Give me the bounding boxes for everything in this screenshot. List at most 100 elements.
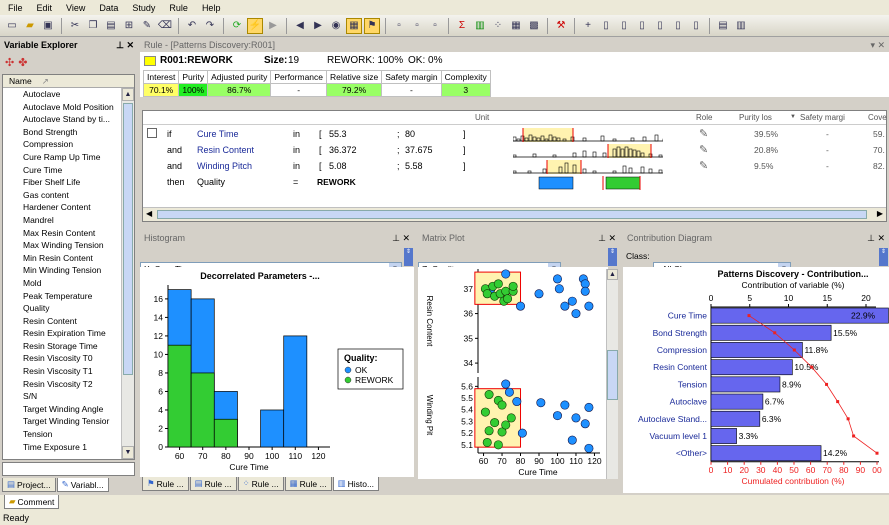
chart-tab[interactable]: ▦ Rule ... <box>284 477 332 491</box>
list-item[interactable]: Max Winding Tension <box>3 239 121 252</box>
list-item[interactable]: Mandrel <box>3 214 121 227</box>
list-item[interactable]: Resin Content <box>3 315 121 328</box>
sigma-icon[interactable]: Σ <box>454 18 470 34</box>
list-item[interactable]: Min Winding Tension <box>3 264 121 277</box>
menu-help[interactable]: Help <box>202 3 221 13</box>
menu-data[interactable]: Data <box>99 3 118 13</box>
rule-window-controls[interactable]: ▾ ✕ <box>870 40 885 51</box>
box-icon-1[interactable]: ▫ <box>391 18 407 34</box>
matrix-side-button[interactable]: ⇕ <box>608 248 617 266</box>
bar-chart-icon[interactable]: ▥ <box>472 18 488 34</box>
menu-file[interactable]: File <box>8 3 23 13</box>
filter-icon[interactable]: ✣ <box>5 56 14 69</box>
undo-icon[interactable]: ↶ <box>184 18 200 34</box>
matrix-scroll-thumb[interactable] <box>607 350 618 400</box>
new-icon[interactable]: ▭ <box>4 18 20 34</box>
list-item[interactable]: Bond Strength <box>3 126 121 139</box>
copy-icon[interactable]: ❐ <box>85 18 101 34</box>
box-icon-3[interactable]: ▫ <box>427 18 443 34</box>
add-icon[interactable]: + <box>580 18 596 34</box>
grid-icon[interactable]: ▩ <box>526 18 542 34</box>
scroll-up-icon[interactable]: ▲ <box>122 88 134 101</box>
list-item[interactable]: Autoclave Stand by ti... <box>3 113 121 126</box>
chart-tab[interactable]: ▥ Histo... <box>332 477 380 491</box>
scroll-up-icon[interactable]: ▲ <box>607 269 618 280</box>
cascade-icon[interactable]: ▥ <box>733 18 749 34</box>
sort-desc-icon[interactable]: ▼ <box>790 114 796 120</box>
tile-icon[interactable]: ▤ <box>715 18 731 34</box>
condition-row[interactable]: if Cure Time in [55.3; 80] ✎ 39.5% - 59. <box>143 127 886 143</box>
refresh-icon[interactable]: ⟳ <box>229 18 245 34</box>
discover-icon[interactable]: ⚡ <box>247 17 263 34</box>
back-icon[interactable]: ◀ <box>292 18 308 34</box>
grid-h-scrollbar[interactable]: ◀ ▶ <box>143 207 886 221</box>
play-icon[interactable]: ▶ <box>265 18 281 34</box>
window-icon-3[interactable]: ▯ <box>634 18 650 34</box>
list-item[interactable]: Resin Viscosity T0 <box>3 352 121 365</box>
scroll-thumb[interactable] <box>123 103 133 375</box>
condition-hi[interactable]: 5.58 <box>405 161 423 171</box>
menu-edit[interactable]: Edit <box>37 3 53 13</box>
condition-var[interactable]: Resin Content <box>197 145 254 155</box>
chart-tab[interactable]: ⚑ Rule ... <box>142 477 189 491</box>
list-item[interactable]: Target Winding Angle <box>3 403 121 416</box>
histogram-window-controls[interactable]: ⊥ ✕ <box>392 233 410 244</box>
sort-icon[interactable]: ✤ <box>18 56 27 69</box>
h-scroll-thumb[interactable] <box>157 210 867 219</box>
list-item[interactable]: Max Resin Content <box>3 227 121 240</box>
box-icon-2[interactable]: ▫ <box>409 18 425 34</box>
list-item[interactable]: Compression <box>3 138 121 151</box>
list-item[interactable]: Resin Storage Time <box>3 340 121 353</box>
condition-lo[interactable]: 36.372 <box>329 145 357 155</box>
list-item[interactable]: Peak Temperature <box>3 290 121 303</box>
table-icon[interactable]: ▦ <box>346 17 362 34</box>
condition-lo[interactable]: 5.08 <box>329 161 347 171</box>
explorer-tab[interactable]: ▤ Project... <box>2 478 56 492</box>
condition-var[interactable]: Winding Pitch <box>197 161 252 171</box>
window-icon-2[interactable]: ▯ <box>616 18 632 34</box>
open-folder-icon[interactable]: ▰ <box>22 18 38 34</box>
matrix-window-controls[interactable]: ⊥ ✕ <box>598 233 616 244</box>
menu-view[interactable]: View <box>66 3 85 13</box>
coverage-header[interactable]: Cove <box>868 113 887 122</box>
scroll-down-icon[interactable]: ▼ <box>122 446 134 459</box>
safety-margin-header[interactable]: Safety margi <box>800 113 845 122</box>
list-item[interactable]: Autoclave Mold Position <box>3 101 121 114</box>
condition-hi[interactable]: 80 <box>405 129 415 139</box>
list-item[interactable]: Min Resin Content <box>3 252 121 265</box>
list-item[interactable]: Fiber Shelf Life <box>3 176 121 189</box>
unit-header[interactable]: Unit <box>475 113 489 122</box>
contribution-window-controls[interactable]: ⊥ ✕ <box>867 233 885 244</box>
condition-hi[interactable]: 37.675 <box>405 145 433 155</box>
list-item[interactable]: Target Winding Tensior <box>3 415 121 428</box>
contribution-side-button[interactable]: ⇕ <box>879 248 888 266</box>
list-item[interactable]: Resin Expiration Time <box>3 327 121 340</box>
cut-icon[interactable]: ✂ <box>67 18 83 34</box>
window-icon-5[interactable]: ▯ <box>670 18 686 34</box>
name-column-header[interactable]: Name <box>9 76 32 86</box>
save-icon[interactable]: ▣ <box>40 18 56 34</box>
window-icon-1[interactable]: ▯ <box>598 18 614 34</box>
scroll-left-icon[interactable]: ◀ <box>146 209 152 218</box>
list-item[interactable]: Cure Time <box>3 164 121 177</box>
list-header[interactable]: Name ↗ <box>3 75 134 88</box>
histogram-side-button[interactable]: ⇕ <box>404 248 413 266</box>
list-item[interactable]: Cure Ramp Up Time <box>3 151 121 164</box>
list-item[interactable]: Hardener Content <box>3 201 121 214</box>
then-row[interactable]: then Quality = REWORK <box>143 175 886 191</box>
role-header[interactable]: Role <box>696 113 712 122</box>
menu-rule[interactable]: Rule <box>169 3 188 13</box>
window-icon-6[interactable]: ▯ <box>688 18 704 34</box>
pin-close-icons[interactable]: ⊥ ✕ <box>116 40 134 51</box>
condition-row[interactable]: and Winding Pitch in [5.08; 5.58] ✎ 9.5% - 82. <box>143 159 886 175</box>
eraser-icon[interactable]: ⌫ <box>157 18 173 34</box>
redo-icon[interactable]: ↷ <box>202 18 218 34</box>
list-item[interactable]: Time Exposure 1 <box>3 441 121 454</box>
list-item[interactable]: S/N <box>3 390 121 403</box>
list-scrollbar[interactable]: ▲ ▼ <box>121 88 134 459</box>
rule-tool-icon[interactable]: ⚑ <box>364 17 380 34</box>
list-item[interactable]: Mold <box>3 277 121 290</box>
condition-var[interactable]: Cure Time <box>197 129 239 139</box>
variable-search-input[interactable] <box>2 462 135 476</box>
format-icon[interactable]: ⊞ <box>121 18 137 34</box>
